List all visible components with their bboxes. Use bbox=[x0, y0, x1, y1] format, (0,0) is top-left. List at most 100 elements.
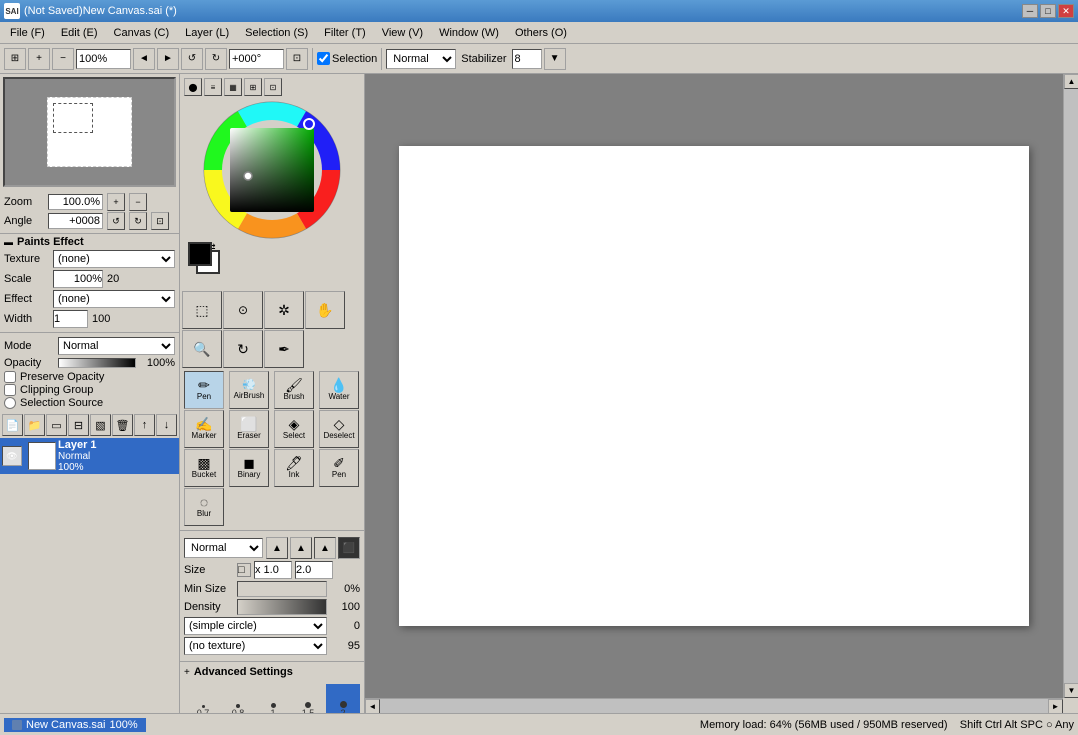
stabilizer-input[interactable] bbox=[512, 49, 542, 69]
rect-select-tool-btn[interactable]: ⬚ bbox=[182, 291, 222, 329]
v-scroll-track[interactable] bbox=[1064, 89, 1078, 683]
zoom-tool-btn[interactable]: 🔍 bbox=[182, 330, 222, 368]
layer-mask-btn[interactable]: ▭ bbox=[46, 414, 67, 436]
selection-source-radio[interactable] bbox=[4, 397, 16, 409]
layer-down-btn[interactable]: ↓ bbox=[156, 414, 177, 436]
water-tool-btn[interactable]: 💧 Water bbox=[319, 371, 359, 409]
color-mode-wheel-btn[interactable]: ⬤ bbox=[184, 78, 202, 96]
scroll-left-btn[interactable] bbox=[365, 699, 380, 713]
size-lock-btn[interactable]: □ bbox=[237, 563, 251, 577]
marker-tool-btn[interactable]: ✍ Marker bbox=[184, 410, 224, 448]
zoom-inc-btn[interactable]: ► bbox=[157, 48, 179, 70]
layer-mode-combo[interactable]: Normal bbox=[58, 337, 175, 355]
angle-value-input[interactable] bbox=[48, 213, 103, 229]
min-size-slider[interactable] bbox=[237, 581, 327, 597]
layer-item[interactable]: 👁 Layer 1 Normal 100% bbox=[0, 438, 179, 474]
rotate-cw-btn[interactable]: ↻ bbox=[205, 48, 227, 70]
menu-edit[interactable]: Edit (E) bbox=[53, 25, 106, 41]
selection-checkbox[interactable] bbox=[317, 52, 330, 65]
angle-ccw-btn[interactable]: ↺ bbox=[107, 212, 125, 230]
preset-cell-1.5[interactable]: 1.5 bbox=[291, 684, 325, 713]
density-slider[interactable] bbox=[237, 599, 327, 615]
size-value-input[interactable] bbox=[295, 561, 333, 579]
scroll-up-btn[interactable] bbox=[1064, 74, 1078, 89]
deselect-tool-btn[interactable]: ◇ Deselect bbox=[319, 410, 359, 448]
layer-delete-btn[interactable]: 🗑 bbox=[112, 414, 133, 436]
color-mode-grid-btn[interactable]: ⊞ bbox=[244, 78, 262, 96]
mode-combo[interactable]: Normal bbox=[386, 49, 456, 69]
width-value-input[interactable] bbox=[53, 310, 88, 328]
menu-canvas[interactable]: Canvas (C) bbox=[106, 25, 178, 41]
angle-reset-btn[interactable]: ⊡ bbox=[151, 212, 169, 230]
menu-others[interactable]: Others (O) bbox=[507, 25, 575, 41]
hand-tool-btn[interactable]: ✋ bbox=[305, 291, 345, 329]
eyedropper-tool-btn[interactable]: ✒ bbox=[264, 330, 304, 368]
menu-layer[interactable]: Layer (L) bbox=[177, 25, 237, 41]
preset-cell-0.8[interactable]: 0.8 bbox=[221, 684, 255, 713]
advanced-settings-header[interactable]: + Advanced Settings bbox=[184, 666, 360, 678]
scroll-right-btn[interactable] bbox=[1048, 699, 1063, 713]
h-scroll-track[interactable] bbox=[380, 699, 1048, 713]
canvas-area[interactable] bbox=[365, 74, 1078, 713]
pen2-tool-btn[interactable]: ✐ Pen bbox=[319, 449, 359, 487]
scale-value-input[interactable] bbox=[53, 270, 103, 288]
menu-file[interactable]: File (F) bbox=[2, 25, 53, 41]
pen-tool-btn[interactable]: ✏ Pen bbox=[184, 371, 224, 409]
brush-mode-combo[interactable]: Normal bbox=[184, 538, 263, 558]
menu-view[interactable]: View (V) bbox=[374, 25, 431, 41]
close-button[interactable]: ✕ bbox=[1058, 4, 1074, 18]
angle-cw-btn[interactable]: ↻ bbox=[129, 212, 147, 230]
selection-source-label[interactable]: Selection Source bbox=[20, 397, 103, 409]
rotate-reset-btn[interactable]: ⊡ bbox=[286, 48, 308, 70]
selection-checkbox-label[interactable]: Selection bbox=[317, 52, 377, 65]
rotate-tool-btn[interactable]: ↻ bbox=[223, 330, 263, 368]
zoom-value-input[interactable] bbox=[48, 194, 103, 210]
size-multiplier-input[interactable] bbox=[254, 561, 292, 579]
preserve-opacity-label[interactable]: Preserve Opacity bbox=[20, 371, 104, 383]
brush-texture-combo[interactable]: (no texture) bbox=[184, 637, 327, 655]
zoom-out-btn[interactable]: − bbox=[52, 48, 74, 70]
maximize-button[interactable]: □ bbox=[1040, 4, 1056, 18]
menu-filter[interactable]: Filter (T) bbox=[316, 25, 374, 41]
shape-btn-4[interactable]: ⬛ bbox=[338, 537, 360, 559]
new-folder-btn[interactable]: 📁 bbox=[24, 414, 45, 436]
color-wheel-svg[interactable] bbox=[202, 100, 342, 240]
ink-tool-btn[interactable]: 🖊 Ink bbox=[274, 449, 314, 487]
effect-combo[interactable]: (none) bbox=[53, 290, 175, 308]
color-mode-h-btn[interactable]: ≡ bbox=[204, 78, 222, 96]
preset-cell-0.7[interactable]: 0.7 bbox=[186, 684, 220, 713]
layer-visibility-btn[interactable]: 👁 bbox=[2, 446, 22, 466]
texture-combo[interactable]: (none) bbox=[53, 250, 175, 268]
brush-tool-btn[interactable]: 🖌 Brush bbox=[274, 371, 314, 409]
drawing-canvas[interactable] bbox=[399, 146, 1029, 626]
scroll-down-btn[interactable] bbox=[1064, 683, 1078, 698]
zoom-fit-btn[interactable]: ⊞ bbox=[4, 48, 26, 70]
stabilizer-down-btn[interactable]: ▼ bbox=[544, 48, 566, 70]
shape-btn-1[interactable]: ▲ bbox=[266, 537, 288, 559]
shape-btn-2[interactable]: ▲ bbox=[290, 537, 312, 559]
eraser-tool-btn[interactable]: ⬜ Eraser bbox=[229, 410, 269, 448]
layer-flatten-btn[interactable]: ⊟ bbox=[68, 414, 89, 436]
rotate-ccw-btn[interactable]: ↺ bbox=[181, 48, 203, 70]
zoom-plus-btn[interactable]: + bbox=[107, 193, 125, 211]
bucket-tool-btn[interactable]: ▩ Bucket bbox=[184, 449, 224, 487]
blur-tool-btn[interactable]: ◌ Blur bbox=[184, 488, 224, 526]
preset-cell-1[interactable]: 1 bbox=[256, 684, 290, 713]
zoom-minus-btn[interactable]: − bbox=[129, 193, 147, 211]
new-layer-btn[interactable]: 📄 bbox=[2, 414, 23, 436]
opacity-bar[interactable] bbox=[58, 358, 136, 368]
binary-tool-btn[interactable]: ◼ Binary bbox=[229, 449, 269, 487]
lasso-tool-btn[interactable]: ⊙ bbox=[223, 291, 263, 329]
menu-window[interactable]: Window (W) bbox=[431, 25, 507, 41]
color-mode-s-btn[interactable]: ▦ bbox=[224, 78, 242, 96]
menu-selection[interactable]: Selection (S) bbox=[237, 25, 316, 41]
minimize-button[interactable]: ─ bbox=[1022, 4, 1038, 18]
foreground-color-swatch[interactable] bbox=[188, 242, 212, 266]
color-mode-custom-btn[interactable]: ⊡ bbox=[264, 78, 282, 96]
layer-up-btn[interactable]: ↑ bbox=[134, 414, 155, 436]
clipping-group-checkbox[interactable] bbox=[4, 384, 16, 396]
magic-wand-tool-btn[interactable]: ✲ bbox=[264, 291, 304, 329]
zoom-in-btn[interactable]: + bbox=[28, 48, 50, 70]
canvas-tab[interactable]: New Canvas.sai 100% bbox=[4, 718, 146, 732]
zoom-dec-btn[interactable]: ◄ bbox=[133, 48, 155, 70]
